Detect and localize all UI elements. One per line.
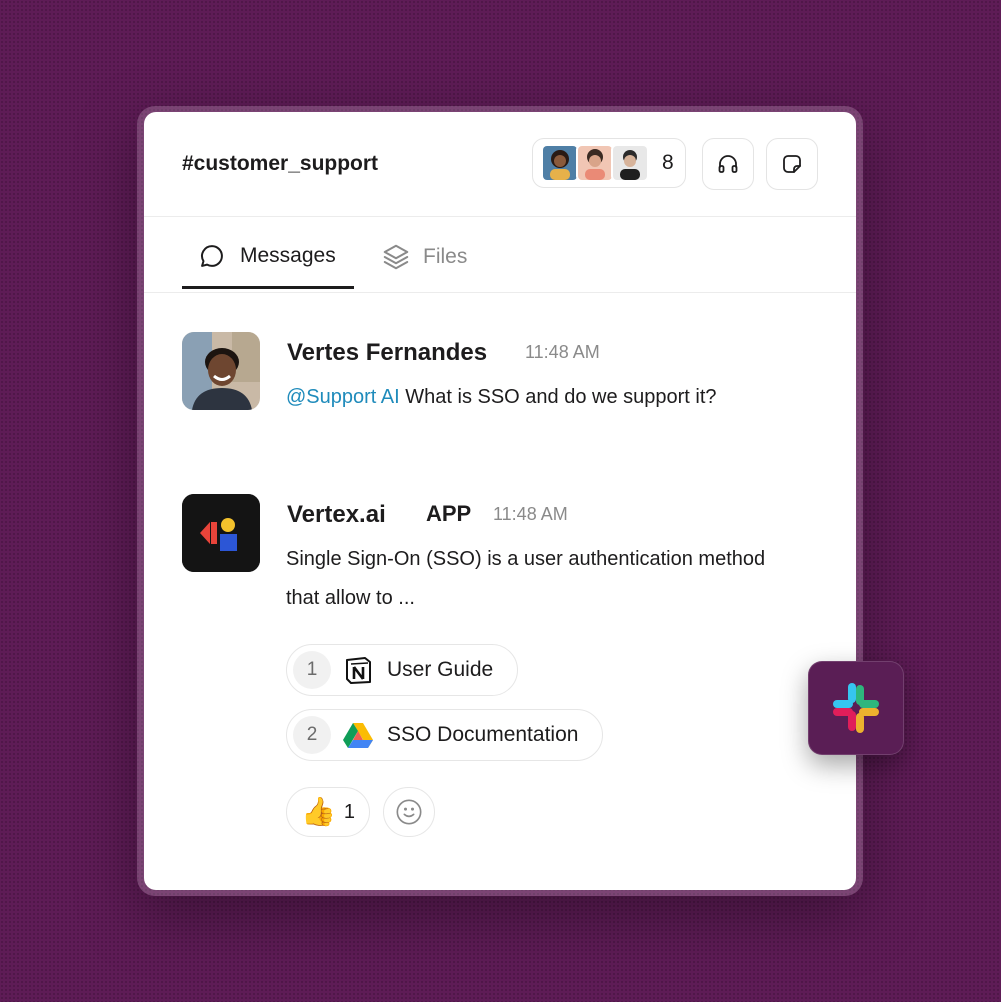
member-avatar	[611, 144, 649, 182]
message-timestamp[interactable]: 11:48 AM	[525, 342, 600, 363]
vertex-logo-icon	[182, 494, 260, 572]
app-badge: APP	[426, 501, 472, 526]
user-mention[interactable]: @Support AI	[286, 386, 400, 408]
source-label: User Guide	[387, 658, 494, 681]
notion-icon	[343, 655, 373, 685]
huddle-button[interactable]	[702, 138, 754, 190]
source-link-sso-documentation[interactable]: 2 SSO Documentation	[286, 709, 604, 761]
message-text-line: Single Sign-On (SSO) is a user authentic…	[286, 548, 766, 570]
message-author[interactable]: Vertes Fernandes	[287, 339, 487, 367]
slack-icon	[833, 683, 879, 733]
message-text: What is SSO and do we support it?	[405, 386, 717, 408]
channel-panel: #customer_support 8 Messages Files Verte…	[144, 112, 856, 890]
channel-title[interactable]: #customer_support	[182, 152, 378, 176]
source-number: 1	[293, 651, 331, 689]
tab-messages-label: Messages	[240, 244, 336, 267]
layers-icon	[383, 244, 409, 270]
tab-bar: Messages Files	[144, 216, 856, 293]
tab-files-label: Files	[423, 245, 468, 268]
active-tab-indicator	[182, 286, 354, 289]
message-author[interactable]: Vertex.ai	[287, 501, 386, 529]
source-link-user-guide[interactable]: 1 User Guide	[286, 644, 519, 696]
message-text-line: that allow to ...	[286, 587, 415, 609]
reaction-count: 1	[343, 800, 355, 823]
source-number: 2	[293, 716, 331, 754]
canvas-button[interactable]	[766, 138, 818, 190]
app-avatar[interactable]	[182, 494, 260, 572]
member-avatar	[541, 144, 579, 182]
reaction-thumbs-up[interactable]: 👍 1	[286, 787, 370, 837]
user-avatar[interactable]	[182, 332, 260, 410]
member-avatar	[576, 144, 614, 182]
add-reaction-button[interactable]	[383, 787, 435, 837]
smiley-icon	[396, 799, 422, 825]
tab-files[interactable]: Files	[381, 242, 467, 272]
message-body: @Support AI What is SSO and do we suppor…	[286, 378, 717, 417]
google-drive-icon	[343, 720, 373, 750]
slack-logo-badge	[808, 661, 904, 755]
thumbs-up-icon: 👍	[301, 796, 336, 827]
source-label: SSO Documentation	[387, 723, 579, 746]
members-button[interactable]: 8	[532, 138, 686, 188]
channel-header: #customer_support 8	[144, 112, 856, 217]
member-count: 8	[662, 151, 674, 174]
tab-messages[interactable]: Messages	[198, 242, 336, 270]
headphones-icon	[718, 155, 738, 173]
sticky-note-icon	[783, 155, 801, 173]
speech-bubble-icon	[201, 245, 223, 267]
message-timestamp[interactable]: 11:48 AM	[493, 504, 568, 525]
